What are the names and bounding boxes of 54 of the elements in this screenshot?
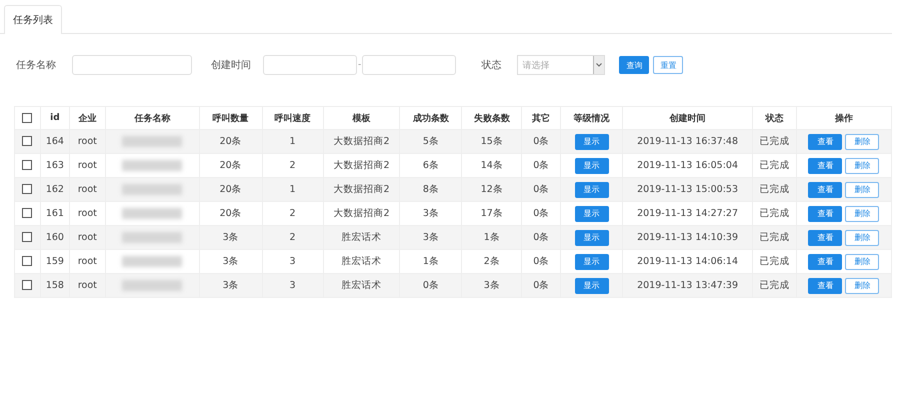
- field-label: 状态: [481, 58, 502, 72]
- caret-icon: [593, 56, 604, 74]
- view-button[interactable]: 查看: [808, 230, 842, 246]
- delete-button[interactable]: 删除: [845, 134, 880, 150]
- input-field[interactable]: [362, 55, 456, 75]
- delete-button[interactable]: 删除: [845, 278, 880, 294]
- table-cell: 0条: [400, 274, 462, 298]
- reset-button[interactable]: 重置: [653, 56, 684, 74]
- checkbox[interactable]: [22, 136, 32, 146]
- show-button[interactable]: 显示: [574, 134, 609, 150]
- view-button[interactable]: 查看: [808, 182, 842, 198]
- table-cell: 3条: [199, 274, 262, 298]
- column-header: 创建时间: [622, 106, 752, 130]
- input-field[interactable]: [263, 55, 357, 75]
- table-cell: 胜宏话术: [323, 274, 400, 298]
- view-button[interactable]: 查看: [808, 278, 842, 294]
- view-button[interactable]: 查看: [808, 134, 842, 150]
- show-button[interactable]: 显示: [574, 158, 609, 174]
- show-button[interactable]: 显示: [574, 182, 609, 198]
- table-cell: 0条: [522, 274, 561, 298]
- checkbox[interactable]: [22, 160, 32, 170]
- tab[interactable]: 任务列表: [4, 5, 62, 34]
- checkbox[interactable]: [22, 208, 32, 218]
- checkbox[interactable]: [22, 280, 32, 290]
- view-button[interactable]: 查看: [808, 254, 842, 270]
- field-label: 任务名称: [16, 59, 56, 72]
- checkbox[interactable]: [22, 232, 32, 242]
- input-field[interactable]: [72, 55, 192, 75]
- status-select[interactable]: 请选择: [517, 55, 606, 75]
- column-header: 操作: [796, 106, 892, 130]
- checkbox[interactable]: [22, 112, 32, 123]
- table-cell: root: [69, 274, 106, 298]
- show-button[interactable]: 显示: [574, 278, 609, 294]
- delete-button[interactable]: 删除: [845, 230, 880, 246]
- checkbox[interactable]: [22, 184, 32, 194]
- table-cell: 158: [40, 274, 70, 298]
- checkbox[interactable]: [22, 256, 32, 266]
- column-header: 任务名称: [105, 106, 200, 130]
- field-label: 创建时间: [211, 58, 251, 72]
- show-button[interactable]: 显示: [574, 206, 609, 222]
- delete-button[interactable]: 删除: [845, 206, 880, 222]
- show-button[interactable]: 显示: [574, 230, 609, 246]
- delete-button[interactable]: 删除: [845, 158, 880, 174]
- show-button[interactable]: 显示: [574, 254, 609, 270]
- delete-button[interactable]: 删除: [845, 182, 880, 198]
- view-button[interactable]: 查看: [808, 206, 842, 222]
- view-button[interactable]: 查看: [808, 158, 842, 174]
- delete-button[interactable]: 删除: [845, 254, 880, 270]
- table-cell: 3条: [462, 274, 522, 298]
- table-cell: 已完成: [752, 274, 796, 298]
- range-separator: -: [358, 60, 362, 70]
- table-cell: 2019-11-13 13:47:39: [622, 274, 752, 298]
- search-button[interactable]: 查询: [619, 56, 650, 74]
- table-cell: 3: [262, 274, 324, 298]
